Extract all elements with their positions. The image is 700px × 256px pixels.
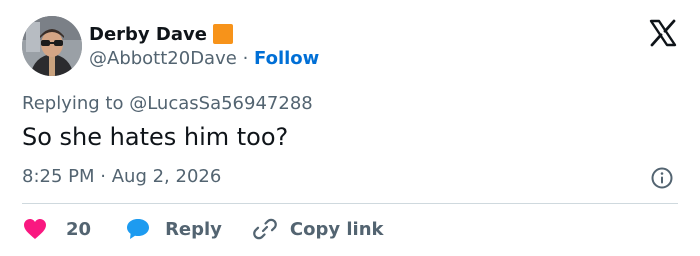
tweet-text: So she hates him too?	[22, 123, 289, 151]
date-separator: ·	[100, 166, 106, 187]
x-logo-icon[interactable]	[648, 18, 678, 48]
tweet-timestamp[interactable]: 8:25 PM · Aug 2, 2026	[22, 166, 221, 187]
info-icon[interactable]	[650, 166, 674, 190]
speech-bubble-icon	[125, 217, 151, 241]
link-icon	[252, 216, 278, 242]
handle-separator: ·	[242, 48, 249, 69]
tweet-time: 8:25 PM	[22, 166, 95, 187]
name-row: Derby Dave	[89, 22, 233, 46]
reply-label: Reply	[165, 218, 222, 240]
reply-target-handle[interactable]: @LucasSa56947288	[129, 93, 313, 114]
user-handle[interactable]: @Abbott20Dave	[89, 48, 237, 69]
reply-button[interactable]: Reply	[125, 217, 222, 241]
flag-badge-icon	[212, 24, 233, 44]
like-button[interactable]: 20	[22, 217, 91, 241]
tweet-date: Aug 2, 2026	[111, 166, 222, 187]
replying-prefix: Replying to	[22, 93, 124, 114]
divider	[22, 203, 678, 204]
avatar[interactable]	[22, 16, 82, 76]
replying-to-line: Replying to @LucasSa56947288	[22, 93, 313, 114]
heart-icon	[22, 217, 48, 241]
handle-row: @Abbott20Dave · Follow	[89, 48, 319, 69]
tweet-embed-card: Derby Dave @Abbott20Dave · Follow Replyi…	[0, 0, 700, 256]
follow-button[interactable]: Follow	[254, 48, 319, 69]
copy-link-label: Copy link	[289, 218, 384, 240]
like-count: 20	[66, 218, 92, 240]
display-name[interactable]: Derby Dave	[89, 24, 207, 45]
copy-link-button[interactable]: Copy link	[252, 216, 384, 242]
action-bar: 20 Reply Copy link	[22, 214, 384, 244]
